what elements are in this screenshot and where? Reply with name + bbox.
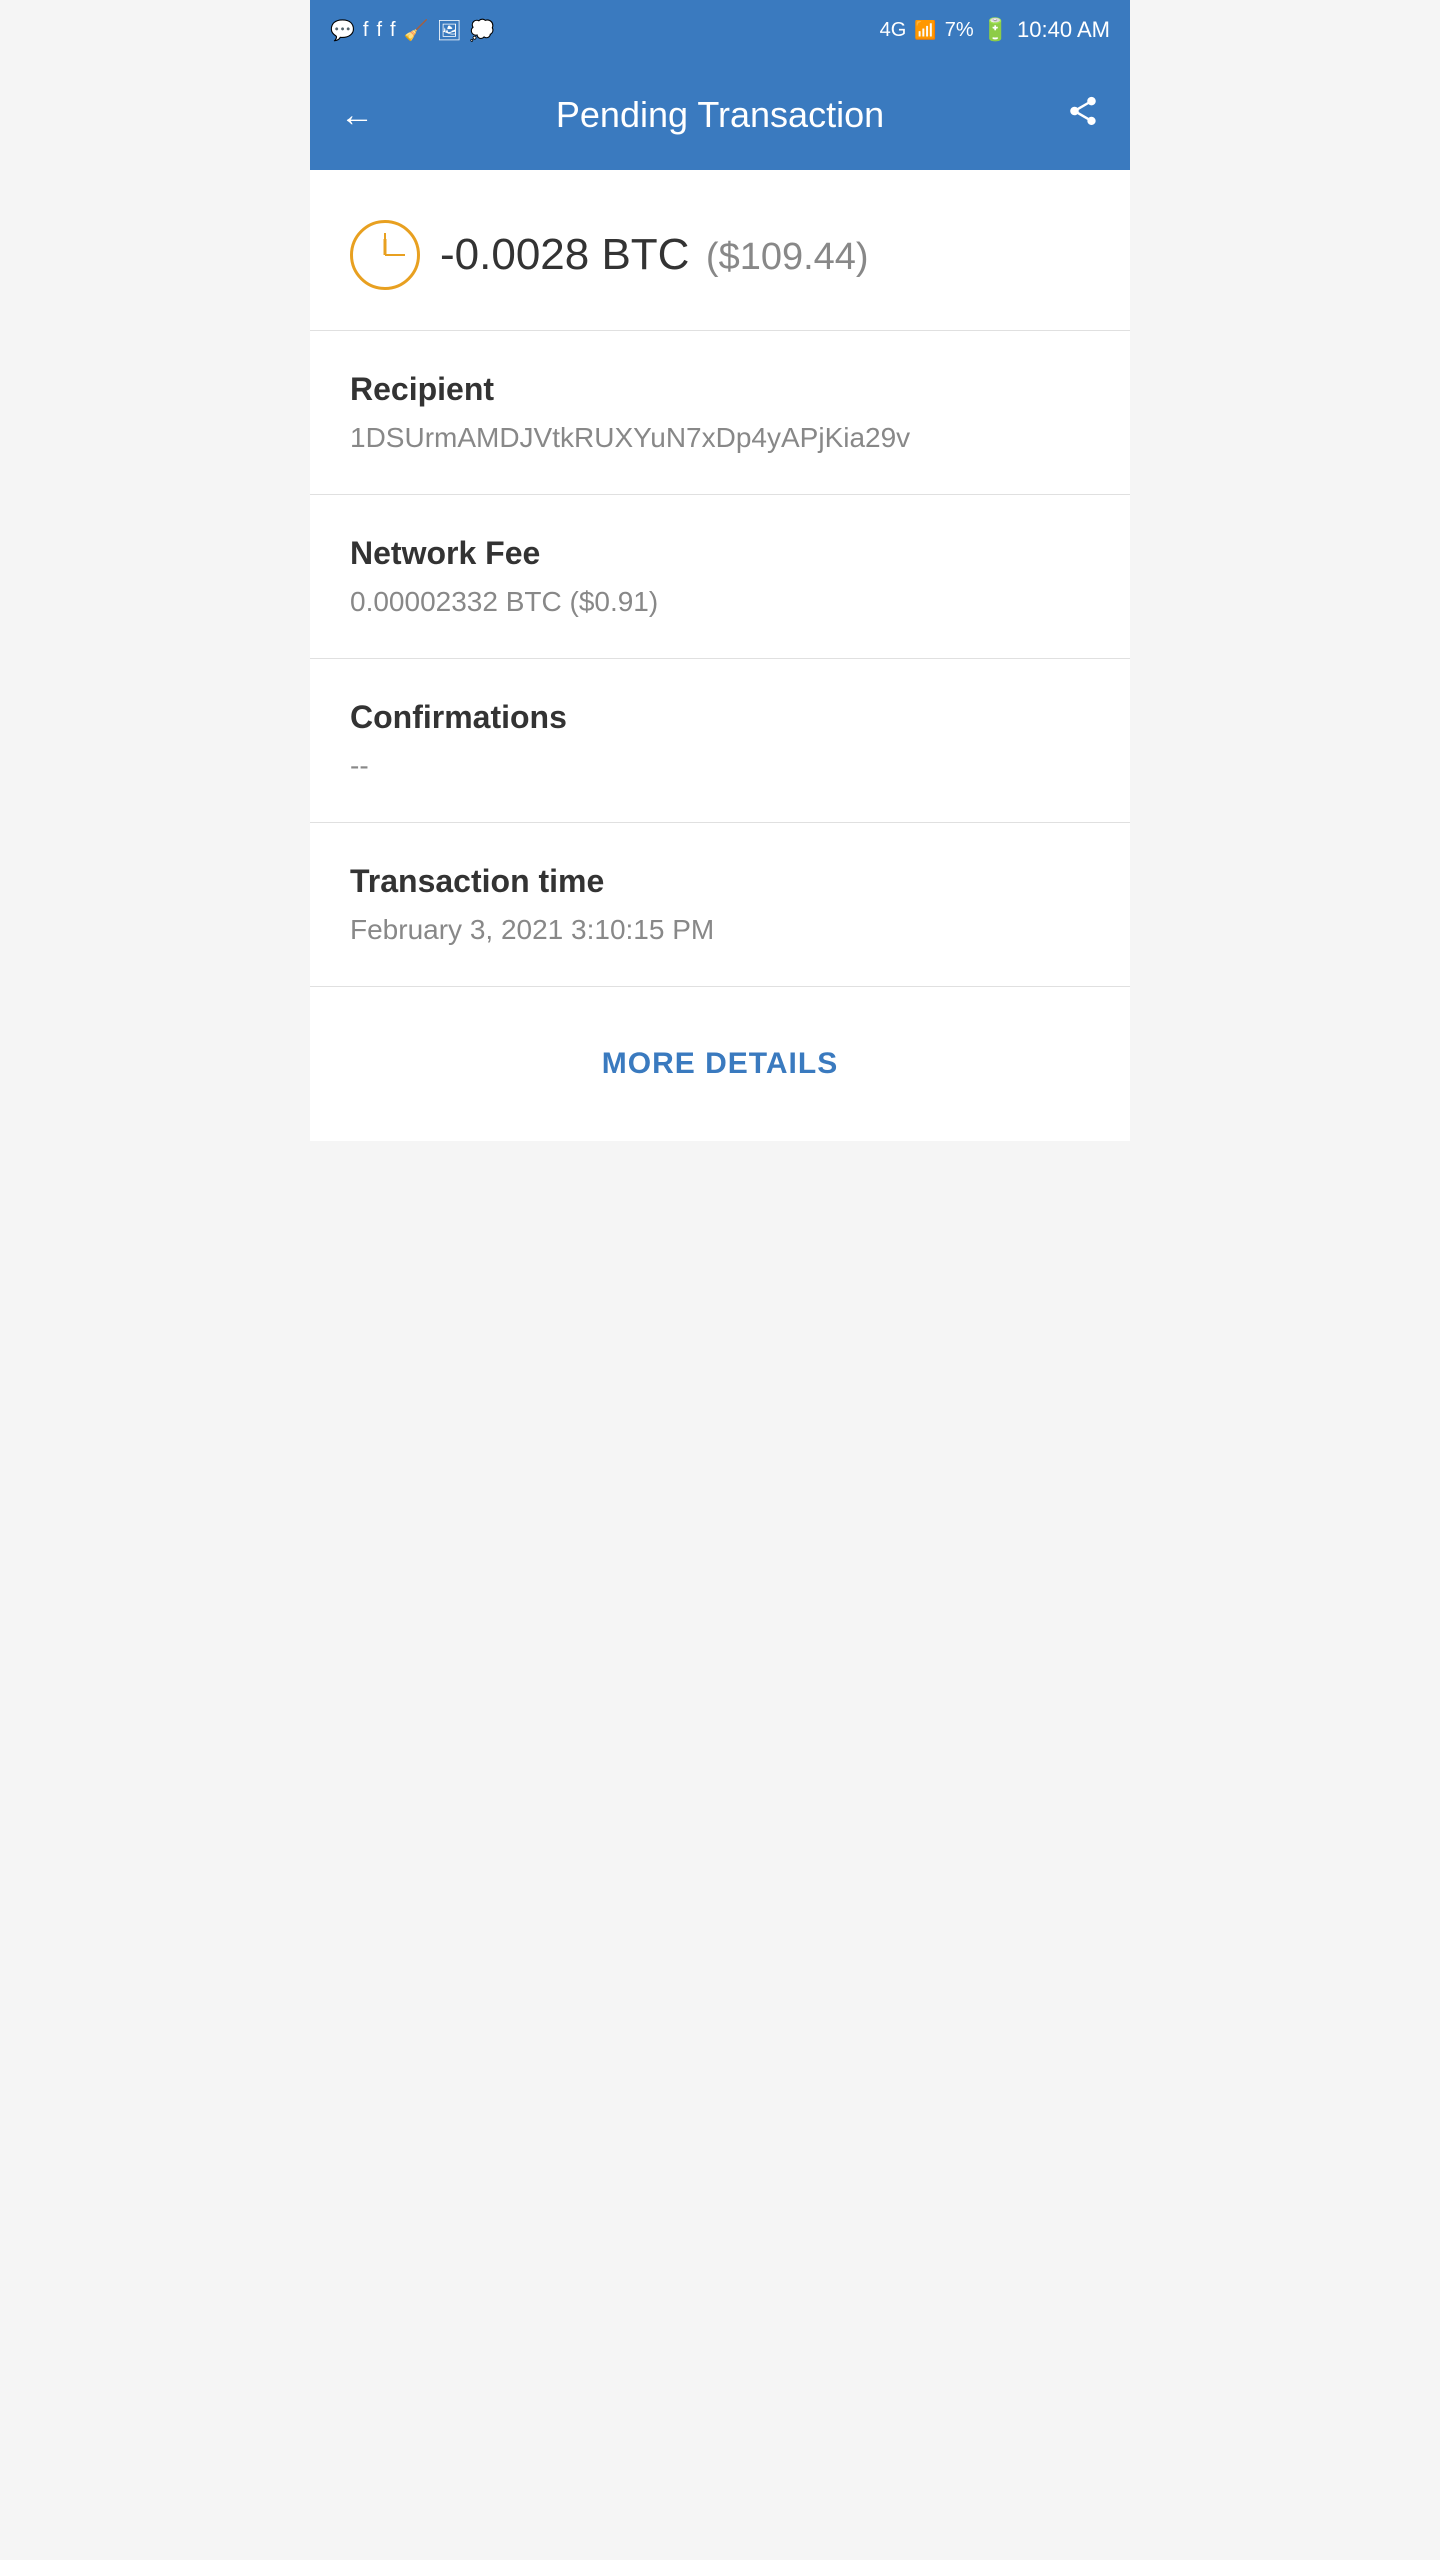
facebook-icon-3: f — [390, 19, 396, 42]
network-fee-value: 0.00002332 BTC ($0.91) — [350, 586, 1090, 618]
pending-clock-icon — [350, 220, 420, 290]
confirmations-value: -- — [350, 750, 1090, 782]
status-bar-left: 💬 f f f 🧹 🖼 💭 — [330, 18, 495, 43]
amount-display: -0.0028 BTC ($109.44) — [440, 230, 869, 280]
transaction-time-section: Transaction time February 3, 2021 3:10:1… — [310, 823, 1130, 987]
facebook-icon-2: f — [376, 19, 382, 42]
confirmations-section: Confirmations -- — [310, 659, 1130, 823]
share-button[interactable] — [1066, 94, 1100, 137]
amount-section: -0.0028 BTC ($109.44) — [310, 170, 1130, 331]
network-fee-label: Network Fee — [350, 535, 1090, 572]
status-bar-right: 4G 📶 7% 🔋 10:40 AM — [880, 17, 1110, 43]
facebook-icon-1: f — [363, 19, 369, 42]
amount-btc: -0.0028 BTC — [440, 230, 689, 279]
clean-icon: 🧹 — [404, 18, 429, 43]
confirmations-label: Confirmations — [350, 699, 1090, 736]
image-icon: 🖼 — [437, 18, 462, 43]
cloud-icon: 💭 — [470, 18, 495, 43]
share-icon — [1066, 94, 1100, 128]
message-icon: 💬 — [330, 18, 355, 43]
main-content: -0.0028 BTC ($109.44) Recipient 1DSUrmAM… — [310, 170, 1130, 1141]
back-button[interactable]: ← — [340, 96, 374, 135]
amount-usd: ($109.44) — [706, 236, 869, 278]
recipient-section: Recipient 1DSUrmAMDJVtkRUXYuN7xDp4yAPjKi… — [310, 331, 1130, 495]
network-label: 4G — [880, 19, 907, 42]
app-bar: ← Pending Transaction — [310, 60, 1130, 170]
network-fee-section: Network Fee 0.00002332 BTC ($0.91) — [310, 495, 1130, 659]
recipient-label: Recipient — [350, 371, 1090, 408]
status-bar: 💬 f f f 🧹 🖼 💭 4G 📶 7% 🔋 10:40 AM — [310, 0, 1130, 60]
recipient-value: 1DSUrmAMDJVtkRUXYuN7xDp4yAPjKia29v — [350, 422, 1090, 454]
transaction-time-label: Transaction time — [350, 863, 1090, 900]
signal-icon: 📶 — [914, 20, 936, 41]
page-title: Pending Transaction — [556, 94, 884, 136]
battery-label: 7% — [945, 19, 974, 42]
time-label: 10:40 AM — [1017, 17, 1110, 43]
more-details-button[interactable]: MORE DETAILS — [602, 1047, 838, 1081]
transaction-time-value: February 3, 2021 3:10:15 PM — [350, 914, 1090, 946]
more-details-section: MORE DETAILS — [310, 987, 1130, 1141]
battery-icon: 🔋 — [982, 17, 1009, 43]
